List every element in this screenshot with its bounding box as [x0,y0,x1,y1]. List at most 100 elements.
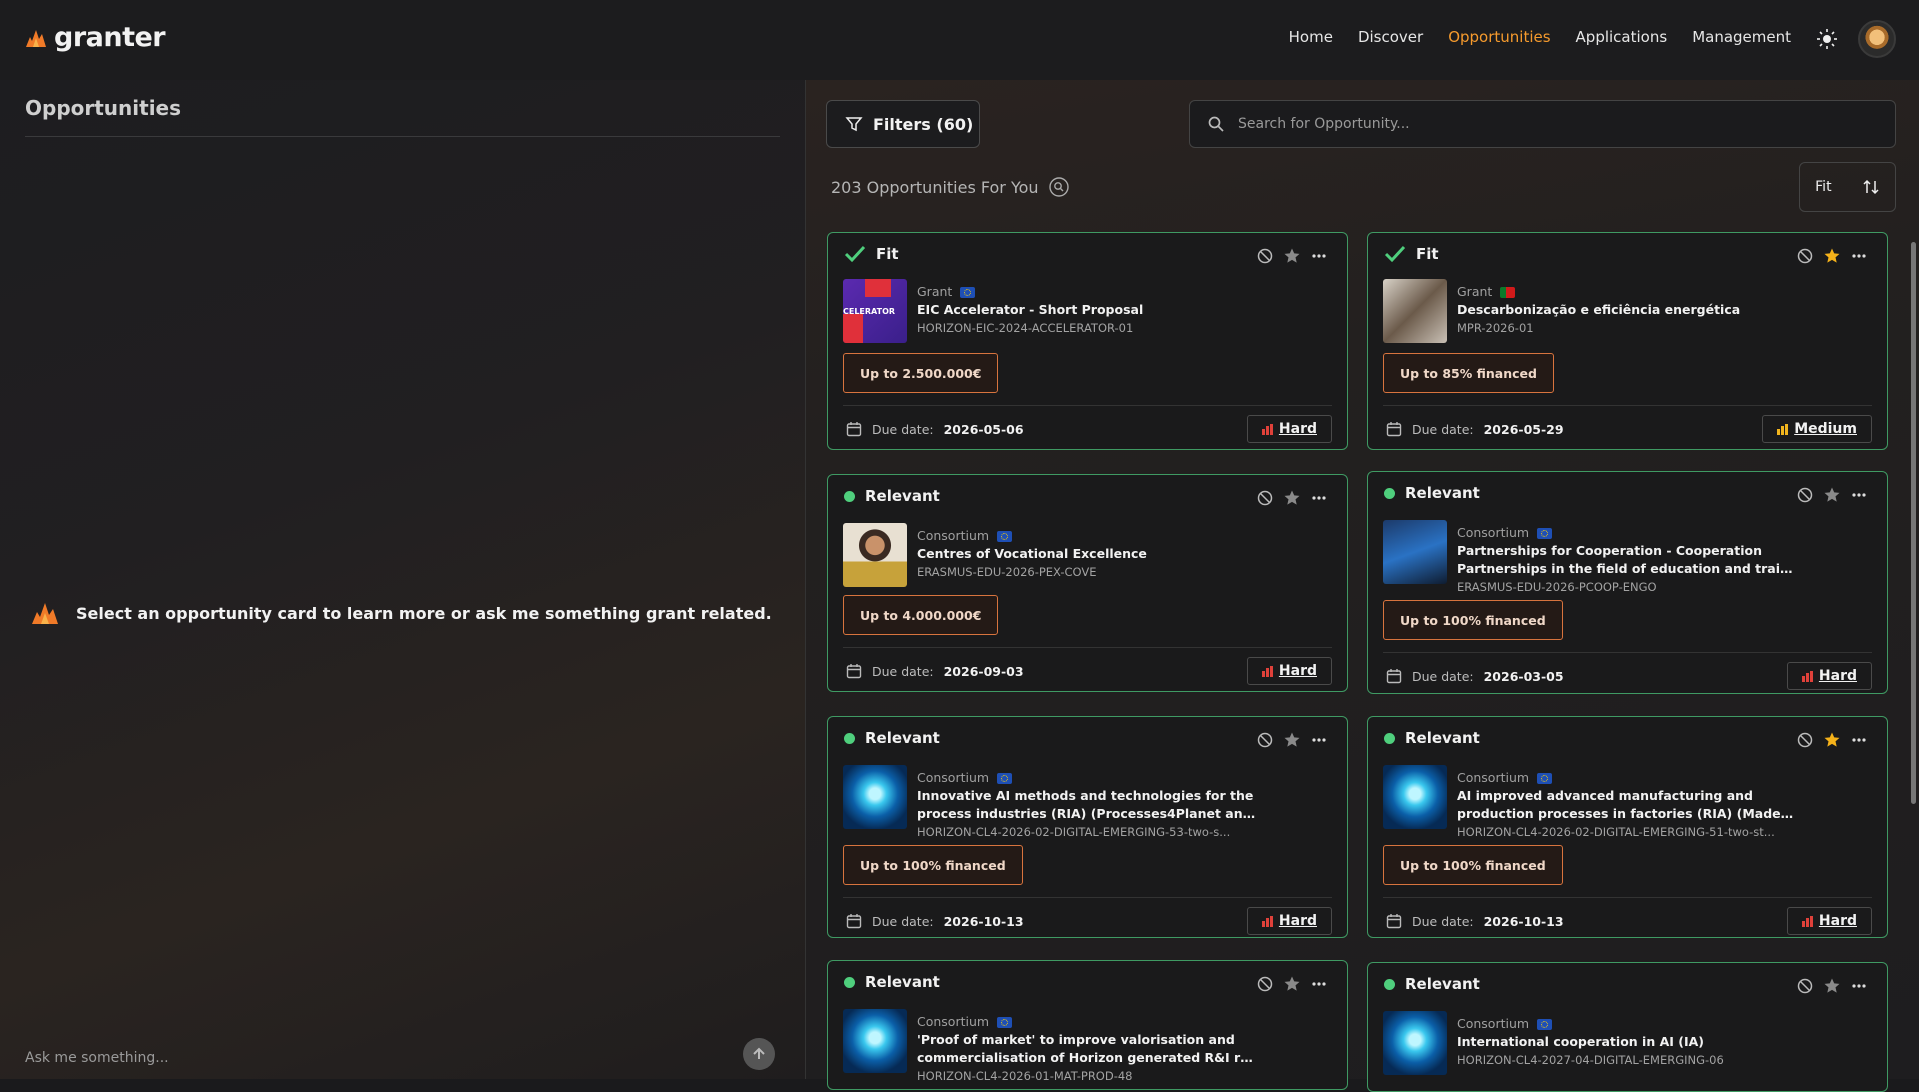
opportunity-name-line2: production processes in factories (RIA) … [1457,806,1797,821]
nav-discover[interactable]: Discover [1358,28,1423,46]
type-label: Grant [917,284,953,299]
panel-title: Opportunities [25,96,182,120]
eu-flag-icon [997,772,1013,784]
opportunity-name-line2: commercialisation of Horizon generated R… [917,1050,1257,1065]
opportunity-type: Consortium [1457,769,1797,787]
eu-flag-icon [1537,1018,1553,1030]
opportunity-image [843,523,907,587]
opportunity-meta: Consortium AI improved advanced manufact… [1457,769,1797,841]
nav-management[interactable]: Management [1692,28,1791,46]
calendar-icon [846,422,862,437]
difficulty-badge[interactable]: Hard [1246,657,1332,685]
more-icon[interactable] [1311,248,1327,264]
opportunity-name: Innovative AI methods and technologies f… [917,788,1254,803]
opportunity-name: Descarbonização e eficiência energética [1457,302,1741,317]
dismiss-icon[interactable] [1257,248,1273,264]
search-circle-icon[interactable] [1048,177,1069,197]
opportunity-code: MPR-2026-01 [1457,321,1534,335]
opportunity-meta: Consortium 'Proof of market' to improve … [917,1013,1257,1085]
dismiss-icon[interactable] [1257,732,1273,748]
opportunity-card[interactable]: Fit Grant Descarbonização e eficiência e… [1367,232,1888,450]
opportunity-image [1383,279,1447,343]
difficulty-badge[interactable]: Hard [1246,907,1332,935]
nav-home[interactable]: Home [1289,28,1333,46]
opportunity-meta: Consortium Innovative AI methods and tec… [917,769,1257,841]
star-icon[interactable] [1823,731,1841,749]
more-icon[interactable] [1311,490,1327,506]
filter-icon [845,117,863,132]
opportunity-card[interactable]: Relevant Consortium Partnerships for Coo… [1367,471,1888,694]
status-label: Fit [1416,245,1439,263]
sort-button[interactable]: Fit [1799,162,1896,212]
opportunity-meta: Consortium Centres of Vocational Excelle… [917,527,1147,581]
dismiss-icon[interactable] [1257,490,1273,506]
star-icon[interactable] [1283,247,1301,265]
more-icon[interactable] [1851,248,1867,264]
status-label: Relevant [1405,484,1480,502]
dismiss-icon[interactable] [1797,732,1813,748]
opportunity-name: Partnerships for Cooperation - Cooperati… [1457,543,1762,558]
star-icon[interactable] [1823,977,1841,995]
scrollbar[interactable] [1911,242,1916,804]
difficulty-badge[interactable]: Medium [1762,415,1872,443]
check-icon [844,245,866,263]
calendar-icon [846,664,862,679]
logo[interactable]: granter [24,22,166,53]
opportunity-card[interactable]: Relevant Consortium Centres of Vocationa… [827,474,1348,692]
ask-input[interactable]: Ask me something... [25,1050,169,1066]
opportunity-type: Consortium [1457,1015,1724,1033]
more-icon[interactable] [1851,487,1867,503]
more-icon[interactable] [1311,976,1327,992]
star-icon[interactable] [1823,486,1841,504]
opportunity-image [1383,520,1447,584]
difficulty-badge[interactable]: Hard [1246,415,1332,443]
status-label: Relevant [1405,975,1480,993]
more-icon[interactable] [1851,978,1867,994]
more-icon[interactable] [1311,732,1327,748]
avatar[interactable] [1858,20,1896,58]
dismiss-icon[interactable] [1797,978,1813,994]
funding-badge: Up to 85% financed [1383,353,1554,393]
dismiss-icon[interactable] [1257,976,1273,992]
relevant-dot-icon [1384,978,1395,990]
star-icon[interactable] [1283,731,1301,749]
opportunity-card[interactable]: Relevant Consortium 'Proof of market' to… [827,960,1348,1090]
check-icon [1384,245,1406,263]
more-icon[interactable] [1851,732,1867,748]
type-label: Consortium [1457,1016,1530,1031]
due-date: Due date: 2026-09-03 [846,663,1024,679]
card-actions [1257,975,1327,993]
eu-flag-icon [960,286,976,298]
due-label: Due date: [872,663,934,679]
funding-badge: Up to 100% financed [843,845,1023,885]
opportunity-card[interactable]: Relevant Consortium International cooper… [1367,962,1888,1092]
nav-applications[interactable]: Applications [1576,28,1668,46]
star-icon[interactable] [1823,247,1841,265]
opportunity-type: Consortium [917,769,1257,787]
search-input[interactable] [1238,116,1878,132]
dismiss-icon[interactable] [1797,487,1813,503]
due-label: Due date: [872,913,934,929]
results-count: 203 Opportunities For You [831,177,1069,197]
difficulty-badge[interactable]: Hard [1786,662,1872,690]
top-bar: granter Home Discover Opportunities Appl… [0,0,1919,80]
due-value: 2026-05-06 [943,421,1024,437]
difficulty-label: Medium [1794,421,1857,437]
opportunity-card[interactable]: Relevant Consortium Innovative AI method… [827,716,1348,938]
card-actions [1257,247,1327,265]
sun-icon[interactable] [1816,28,1838,50]
due-value: 2026-05-29 [1483,421,1564,437]
nav-opportunities[interactable]: Opportunities [1448,28,1550,46]
fit-status: Relevant [1384,975,1480,993]
opportunity-card[interactable]: Relevant Consortium AI improved advanced… [1367,716,1888,938]
difficulty-label: Hard [1818,913,1857,929]
opportunity-card[interactable]: Fit CELERATOR Grant EIC Accelerator - Sh… [827,232,1348,450]
search-box [1189,100,1896,148]
star-icon[interactable] [1283,975,1301,993]
star-icon[interactable] [1283,489,1301,507]
send-button[interactable] [743,1038,775,1070]
opportunity-meta: Consortium Partnerships for Cooperation … [1457,524,1797,596]
difficulty-badge[interactable]: Hard [1786,907,1872,935]
dismiss-icon[interactable] [1797,248,1813,264]
filters-button[interactable]: Filters (60) [826,100,980,148]
